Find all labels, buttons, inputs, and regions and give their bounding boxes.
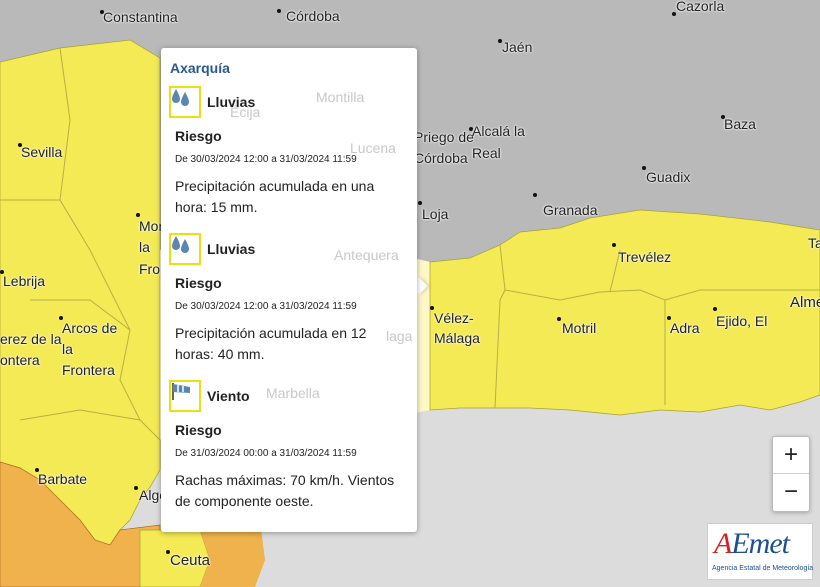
place-velez: Vélez- (434, 310, 474, 326)
map-canvas[interactable]: Constantina Córdoba Cazorla Jaén Sevilla… (0, 0, 820, 587)
warning-period: De 30/03/2024 12:00 a 31/03/2024 11:59 (175, 301, 357, 312)
zone-title: Axarquía (170, 60, 230, 76)
place-marbella: Marbella (266, 385, 320, 401)
place-guadix: Guadix (646, 169, 691, 185)
place-malaga: laga (386, 328, 413, 344)
place-moron-2: la (139, 239, 150, 255)
place-jerez: erez de la (0, 331, 62, 347)
place-alme: Alme (790, 294, 820, 311)
city-dot (557, 317, 561, 321)
place-motril: Motril (562, 320, 597, 336)
warning-level: Riesgo (175, 422, 222, 438)
city-dot (418, 201, 422, 205)
place-sevilla: Sevilla (21, 144, 63, 160)
place-ta: Ta (808, 235, 820, 251)
place-lebrija: Lebrija (3, 273, 46, 289)
city-dot (136, 213, 140, 217)
place-arcos: Arcos de (62, 320, 118, 336)
place-ejido: Ejido, El (716, 313, 768, 329)
wind-icon (169, 380, 201, 412)
warning-zone-west (0, 39, 161, 546)
place-jaen: Jaén (502, 39, 533, 55)
place-cazorla: Cazorla (676, 0, 725, 14)
place-arcos-3: Frontera (62, 362, 115, 378)
place-alcala: Alcalá la (472, 123, 525, 139)
warning-description: Precipitación acumulada en 12 horas: 40 … (175, 325, 367, 362)
place-ecija: Écija (230, 104, 261, 120)
place-antequera: Antequera (334, 247, 399, 263)
place-jerez-2: ontera (0, 352, 40, 368)
place-loja: Loja (422, 206, 449, 222)
place-granada: Granada (543, 202, 598, 218)
place-cordoba: Córdoba (286, 8, 340, 24)
city-dot (612, 243, 616, 247)
warning-description: Rachas máximas: 70 km/h. Vientos de comp… (175, 472, 395, 509)
place-trevelez: Trevélez (618, 249, 672, 265)
place-montilla: Montilla (316, 89, 365, 105)
warning-popup: Axarquía Lluvias Riesgo De 30/03/2024 12… (161, 48, 417, 532)
place-ceuta: Ceuta (170, 552, 211, 569)
zoom-in-button[interactable]: + (773, 437, 809, 473)
place-adra: Adra (670, 320, 700, 336)
zoom-control: + − (772, 436, 810, 512)
place-alcala-2: Real (472, 145, 501, 161)
place-lucena: Lucena (350, 140, 396, 156)
place-priego-2: Córdoba (414, 150, 468, 166)
warning-type: Lluvias (207, 241, 256, 257)
place-priego: Priego de (414, 129, 474, 145)
place-arcos-2: la (62, 341, 73, 357)
place-constantina: Constantina (103, 9, 178, 25)
rain-icon (169, 233, 201, 265)
place-baza: Baza (724, 116, 756, 132)
logo-subtitle: Agencia Estatal de Meteorología (712, 565, 814, 572)
city-dot (713, 307, 717, 311)
city-dot (533, 193, 537, 197)
city-dot (277, 9, 281, 13)
warning-period: De 31/03/2024 00:00 a 31/03/2024 11:59 (175, 448, 357, 459)
city-dot (134, 486, 138, 490)
warning-level: Riesgo (175, 275, 222, 291)
warning-description: Precipitación acumulada en una hora: 15 … (175, 178, 375, 215)
place-barbate: Barbate (38, 471, 88, 487)
warning-type: Viento (207, 388, 250, 404)
zoom-out-button[interactable]: − (773, 474, 809, 510)
logo-text: AEmet (714, 527, 790, 560)
place-velez-2: Málaga (434, 330, 480, 346)
aemet-logo[interactable]: AEmet Agencia Estatal de Meteorología (707, 523, 813, 580)
rain-icon (169, 86, 201, 118)
